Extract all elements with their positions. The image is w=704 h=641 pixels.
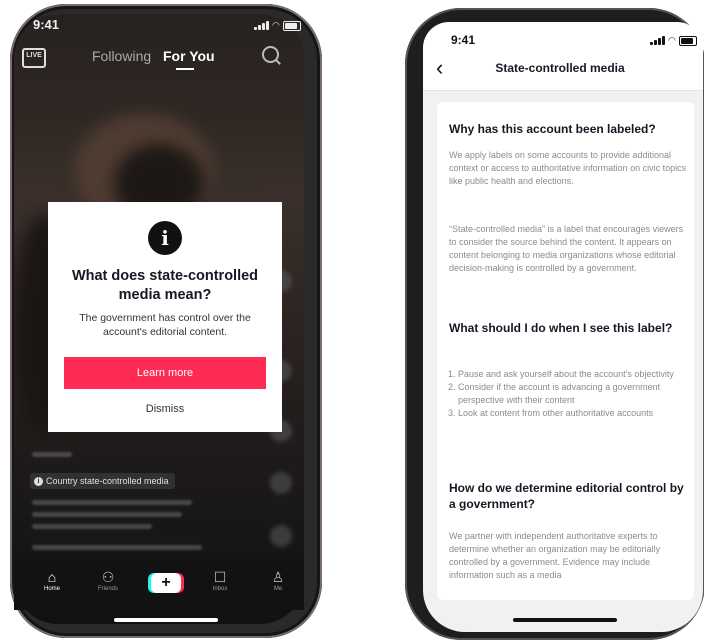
blurred-caption [32, 512, 182, 517]
list-item: Pause and ask yourself about the account… [458, 368, 690, 381]
blurred-caption [32, 524, 152, 529]
blurred-caption [32, 500, 192, 505]
tips-list: Pause and ask yourself about the account… [449, 368, 690, 420]
active-tab-indicator [176, 68, 194, 70]
back-arrow-icon[interactable]: ‹ [436, 57, 443, 79]
state-media-modal: i What does state-controlled media mean?… [48, 202, 282, 432]
nav-me-label: Me [273, 586, 283, 592]
section-heading: What should I do when I see this label? [449, 321, 673, 335]
music-disc-icon[interactable] [270, 525, 292, 547]
modal-title: What does state-controlled media mean? [71, 268, 259, 303]
status-icons: ◠ [254, 20, 301, 31]
plus-icon: + [161, 574, 171, 591]
signal-icon [650, 36, 665, 45]
section-heading: Why has this account been labeled? [449, 122, 656, 136]
nav-friends-label: Friends [97, 586, 118, 592]
state-media-label-text: Country state-controlled media [46, 476, 169, 486]
state-media-label[interactable]: i Country state-controlled media [30, 473, 175, 489]
nav-inbox[interactable]: ☐ Inbox [200, 570, 240, 592]
wifi-icon: ◠ [272, 20, 280, 30]
status-time: 9:41 [33, 17, 60, 32]
status-time: 9:41 [451, 33, 476, 47]
wifi-icon: ◠ [668, 35, 676, 45]
list-item: Consider if the account is advancing a g… [458, 381, 690, 407]
section-heading: How do we determine editorial control by… [449, 481, 684, 511]
list-item: Look at content from other authoritative… [458, 407, 690, 420]
info-small-icon: i [34, 476, 43, 486]
share-icon[interactable] [270, 472, 292, 494]
learn-more-button[interactable]: Learn more [64, 357, 266, 389]
live-icon[interactable]: LIVE [22, 48, 46, 68]
info-card[interactable]: Why has this account been labeled? We ap… [437, 102, 694, 600]
page-title: State-controlled media [495, 61, 625, 75]
home-indicator [114, 618, 218, 622]
status-icons: ◠ [650, 35, 697, 46]
signal-icon [254, 21, 269, 30]
section-paragraph: “State-controlled media” is a label that… [449, 224, 684, 273]
nav-home-label: Home [43, 586, 60, 592]
home-icon: ⌂ [47, 569, 57, 585]
modal-body: The government has control over the acco… [79, 312, 251, 338]
nav-home[interactable]: ⌂ Home [32, 570, 72, 592]
inbox-icon: ☐ [213, 569, 227, 585]
nav-friends[interactable]: ⚇ Friends [88, 570, 128, 592]
nav-me[interactable]: ♙ Me [258, 570, 298, 592]
live-label: LIVE [26, 52, 42, 59]
nav-inbox-label: Inbox [212, 586, 228, 592]
profile-icon: ♙ [271, 569, 285, 585]
tab-for-you[interactable]: For You [163, 48, 215, 64]
dismiss-button[interactable]: Dismiss [64, 398, 266, 420]
blurred-sound [32, 545, 202, 550]
create-button[interactable]: + [151, 573, 181, 593]
battery-icon [282, 20, 301, 31]
tab-following[interactable]: Following [92, 48, 151, 64]
section-paragraph: We apply labels on some accounts to prov… [449, 150, 687, 186]
search-icon[interactable] [262, 46, 279, 63]
section-paragraph: We partner with independent authoritativ… [449, 531, 661, 580]
info-icon: i [148, 221, 182, 255]
friends-icon: ⚇ [101, 569, 115, 585]
blurred-username [32, 452, 72, 457]
home-indicator [513, 618, 617, 622]
battery-icon [678, 35, 697, 46]
